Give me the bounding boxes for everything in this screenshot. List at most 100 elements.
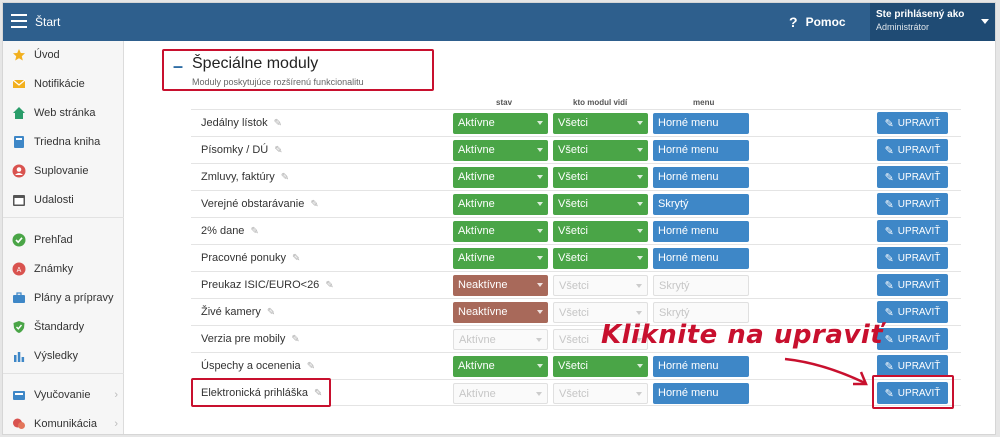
visibility-select[interactable]: Všetci [553, 383, 648, 404]
calendar-icon [12, 193, 26, 207]
sidebar-item-standardy[interactable]: Štandardy [3, 315, 124, 339]
caret-down-icon [637, 256, 643, 260]
visibility-select[interactable]: Všetci [553, 194, 648, 215]
visibility-select[interactable]: Všetci [553, 356, 648, 377]
edit-icon: ✎ [884, 279, 894, 292]
sidebar-item-plany[interactable]: Plány a prípravy [3, 286, 124, 310]
pencil-icon[interactable]: ✎ [274, 118, 282, 129]
visibility-select[interactable]: Všetci [553, 275, 648, 296]
edit-button[interactable]: ✎ UPRAVIŤ [877, 247, 948, 269]
menu-select[interactable]: Horné menu [653, 113, 749, 134]
status-select[interactable]: Aktívne [453, 113, 548, 134]
sidebar-item-label: Triedna kniha [34, 136, 101, 148]
visibility-select[interactable]: Všetci [553, 167, 648, 188]
book-icon [12, 135, 26, 149]
status-select[interactable]: Aktívne [453, 194, 548, 215]
pencil-icon[interactable]: ✎ [292, 253, 300, 264]
column-header-stav: stav [496, 98, 513, 107]
caret-down-icon [537, 148, 543, 152]
hamburger-menu-icon[interactable] [11, 14, 27, 28]
edit-icon: ✎ [884, 333, 894, 346]
menu-select[interactable]: Horné menu [653, 356, 749, 377]
pencil-icon[interactable]: ✎ [307, 361, 315, 372]
table-row: Jedálny lístok ✎ Aktívne Všetci Horné menu ✎ U… [191, 109, 961, 136]
menu-select[interactable]: Horné menu [653, 167, 749, 188]
pencil-icon[interactable]: ✎ [250, 226, 258, 237]
edit-button-label: UPRAVIŤ [897, 279, 941, 291]
menu-select[interactable]: Horné menu [653, 140, 749, 161]
edit-button[interactable]: ✎ UPRAVIŤ [877, 139, 948, 161]
caret-down-icon [536, 338, 542, 342]
edit-button[interactable]: ✎ UPRAVIŤ [877, 220, 948, 242]
sidebar-item-label: Úvod [34, 49, 60, 61]
status-select[interactable]: Aktívne [453, 140, 548, 161]
pencil-icon[interactable]: ✎ [267, 307, 275, 318]
sidebar-item-vysledky[interactable]: Výsledky [3, 344, 124, 368]
edit-button[interactable]: ✎ UPRAVIŤ [877, 166, 948, 188]
edit-button-label: UPRAVIŤ [897, 198, 941, 210]
status-select[interactable]: Aktívne [453, 383, 548, 404]
sidebar-item-udalosti[interactable]: Udalosti [3, 188, 124, 212]
visibility-value: Všetci [558, 144, 588, 156]
question-icon: ? [789, 14, 798, 30]
menu-select[interactable]: Horné menu [653, 248, 749, 269]
menu-select[interactable]: Horné menu [653, 383, 749, 404]
sidebar-item-znamky[interactable]: A Známky [3, 257, 124, 281]
column-header-menu: menu [693, 98, 715, 107]
menu-select[interactable]: Horné menu [653, 221, 749, 242]
edit-icon: ✎ [884, 117, 894, 130]
menu-value: Skrytý [658, 198, 689, 210]
sidebar-item-suplovanie[interactable]: Suplovanie [3, 159, 124, 183]
sidebar-item-web-stranka[interactable]: Web stránka [3, 101, 124, 125]
caret-down-icon [637, 121, 643, 125]
menu-select[interactable]: Skrytý [653, 194, 749, 215]
edit-button[interactable]: ✎ UPRAVIŤ [877, 328, 948, 350]
visibility-select[interactable]: Všetci [553, 113, 648, 134]
menu-select[interactable]: Skrytý [653, 275, 749, 296]
status-select[interactable]: Aktívne [453, 356, 548, 377]
status-select[interactable]: Aktívne [453, 329, 548, 350]
pencil-icon[interactable]: ✎ [325, 280, 333, 291]
edit-button-label: UPRAVIŤ [897, 252, 941, 264]
star-icon [12, 48, 26, 62]
sidebar-item-komunikacia[interactable]: Komunikácia › [3, 412, 124, 434]
edit-button[interactable]: ✎ UPRAVIŤ [877, 112, 948, 134]
user-menu[interactable]: Ste prihlásený ako Administrátor [870, 3, 995, 41]
collapse-toggle[interactable]: – [173, 56, 183, 77]
edit-button[interactable]: ✎ UPRAVIŤ [877, 274, 948, 296]
status-select[interactable]: Aktívne [453, 221, 548, 242]
pencil-icon[interactable]: ✎ [281, 172, 289, 183]
status-select[interactable]: Aktívne [453, 248, 548, 269]
edit-button[interactable]: ✎ UPRAVIŤ [877, 301, 948, 323]
sidebar-item-triedna-kniha[interactable]: Triedna kniha [3, 130, 124, 154]
sidebar-item-label: Komunikácia [34, 418, 97, 430]
status-value: Aktívne [459, 388, 496, 400]
edit-button[interactable]: ✎ UPRAVIŤ [877, 193, 948, 215]
annotation-text: Kliknite na upraviť [601, 320, 884, 350]
sidebar-item-label: Udalosti [34, 194, 74, 206]
check-circle-icon [12, 233, 26, 247]
visibility-select[interactable]: Všetci [553, 221, 648, 242]
pencil-icon[interactable]: ✎ [291, 334, 299, 345]
visibility-select[interactable]: Všetci [553, 248, 648, 269]
edit-button[interactable]: ✎ UPRAVIŤ [877, 355, 948, 377]
edit-icon: ✎ [884, 144, 894, 157]
edit-button-label: UPRAVIŤ [897, 360, 941, 372]
status-value: Aktívne [458, 225, 495, 237]
pencil-icon[interactable]: ✎ [274, 145, 282, 156]
sidebar-item-vyucovanie[interactable]: Vyučovanie › [3, 383, 124, 407]
caret-down-icon [537, 364, 543, 368]
table-row: Verejné obstarávanie ✎ Aktívne Všetci Skrytý… [191, 190, 961, 217]
visibility-select[interactable]: Všetci [553, 140, 648, 161]
sidebar-item-uvod[interactable]: Úvod [3, 43, 124, 67]
status-value: Neaktívne [458, 279, 508, 291]
menu-value: Skrytý [659, 307, 690, 319]
status-select[interactable]: Neaktívne [453, 302, 548, 323]
status-select[interactable]: Neaktívne [453, 275, 548, 296]
status-select[interactable]: Aktívne [453, 167, 548, 188]
help-link[interactable]: ? Pomoc [789, 14, 846, 30]
sidebar-item-notifikacie[interactable]: Notifikácie [3, 72, 124, 96]
sidebar-item-prehlad[interactable]: Prehľad [3, 228, 124, 252]
app-title[interactable]: Štart [35, 15, 60, 29]
pencil-icon[interactable]: ✎ [310, 199, 318, 210]
